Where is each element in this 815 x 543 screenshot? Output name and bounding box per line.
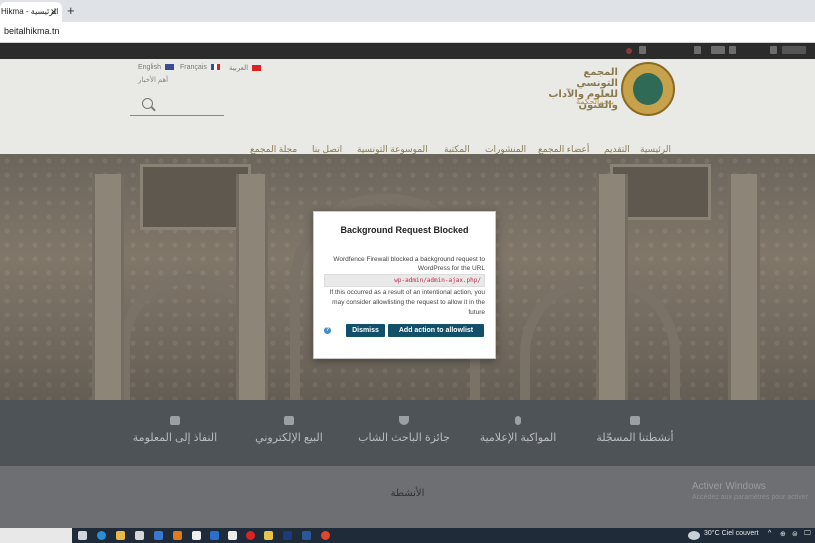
document-icon[interactable] [192, 531, 201, 540]
lang-label: Français [180, 64, 207, 71]
new-tab-button[interactable]: + [67, 3, 75, 19]
news-link[interactable]: أهم الأخبار [138, 76, 168, 84]
add-to-allowlist-button[interactable]: Add action to allowlist [388, 324, 484, 337]
outlook-icon[interactable] [210, 531, 219, 540]
search-field[interactable] [130, 95, 224, 116]
uk-flag-icon [164, 64, 174, 71]
weather-icon[interactable] [688, 531, 700, 540]
tray-chevron-icon[interactable]: ^ [768, 530, 771, 537]
dialog-title: Background Request Blocked [340, 225, 469, 235]
trophy-icon [399, 416, 409, 425]
dismiss-button[interactable]: Dismiss [346, 324, 385, 337]
help-icon[interactable]: ? [324, 327, 331, 334]
blocked-request-dialog: Background Request Blocked Wordfence Fir… [313, 211, 496, 359]
chrome-icon[interactable] [321, 531, 330, 540]
site-logo[interactable] [621, 62, 675, 116]
lang-label: English [138, 64, 161, 71]
notification-icon[interactable] [626, 48, 632, 54]
video-icon [630, 416, 640, 425]
pen-icon[interactable] [770, 46, 777, 54]
calendar-icon [170, 416, 180, 425]
tab-close-icon[interactable]: ✕ [50, 2, 58, 22]
blocked-url: wp-admin/admin-ajax.php/ [324, 274, 485, 287]
features-bar: أنشطتنا المسجّلة المواكبة الإعلامية جائز… [0, 400, 815, 466]
fr-flag-icon [210, 64, 220, 71]
illustrator-icon[interactable] [173, 531, 182, 540]
tray-status-icon[interactable]: ⊕ [780, 530, 786, 538]
photoshop-icon[interactable] [283, 531, 292, 540]
opera-icon[interactable] [246, 531, 255, 540]
dialog-message: Wordfence Firewall blocked a background … [333, 256, 485, 272]
feature-label: النفاذ إلى المعلومة [132, 432, 218, 444]
tn-flag-icon [252, 65, 262, 72]
dialog-note: If this occurred as a result of an inten… [329, 289, 485, 316]
comments-icon[interactable] [639, 46, 646, 54]
windows-taskbar: 30°C Ciel couvert ^ ⊕ ⊜ 🖵 [0, 528, 815, 543]
address-bar[interactable]: beitalhikma.tn [0, 22, 815, 43]
new-icon[interactable] [711, 46, 725, 54]
weather-text[interactable]: 30°C Ciel couvert [704, 530, 759, 537]
feature-access-to-information[interactable]: النفاذ إلى المعلومة [105, 400, 245, 466]
lang-label: العربية [229, 65, 249, 72]
store-icon[interactable] [135, 531, 144, 540]
browser-tab[interactable]: Hikma - الرئيسية ✕ [0, 2, 62, 22]
task-view-icon[interactable] [78, 531, 87, 540]
lang-english[interactable]: English [138, 64, 174, 71]
taskbar-search[interactable] [0, 528, 72, 543]
site-header: English Français العربية أهم الأخبار الم… [0, 59, 815, 154]
search-icon[interactable] [142, 98, 153, 109]
admin-bar [0, 43, 815, 59]
edge-icon[interactable] [97, 531, 106, 540]
user-account-icon[interactable] [782, 46, 806, 54]
url-text: beitalhikma.tn [4, 26, 60, 36]
word-icon[interactable] [302, 531, 311, 540]
windows-activation-title: Activer Windows [692, 481, 766, 492]
file-explorer-icon[interactable] [116, 531, 125, 540]
mail-icon[interactable] [154, 531, 163, 540]
edit-icon[interactable] [694, 46, 701, 54]
browser-tabbar: Hikma - الرئيسية ✕ + [0, 0, 815, 22]
folder-icon[interactable] [264, 531, 273, 540]
cart-icon [284, 416, 294, 425]
add-icon[interactable] [729, 46, 736, 54]
tray-network-icon[interactable]: ⊜ [792, 530, 798, 538]
org-subtitle: بيت الحكمة [576, 97, 614, 106]
lang-french[interactable]: Français [180, 64, 220, 71]
tray-display-icon[interactable]: 🖵 [804, 530, 811, 538]
microphone-icon [515, 416, 521, 425]
windows-activation-subtitle: Accédez aux paramètres pour activer [692, 494, 808, 501]
lang-arabic[interactable]: العربية [229, 64, 262, 72]
hero-window [140, 164, 251, 230]
notepad-icon[interactable] [228, 531, 237, 540]
